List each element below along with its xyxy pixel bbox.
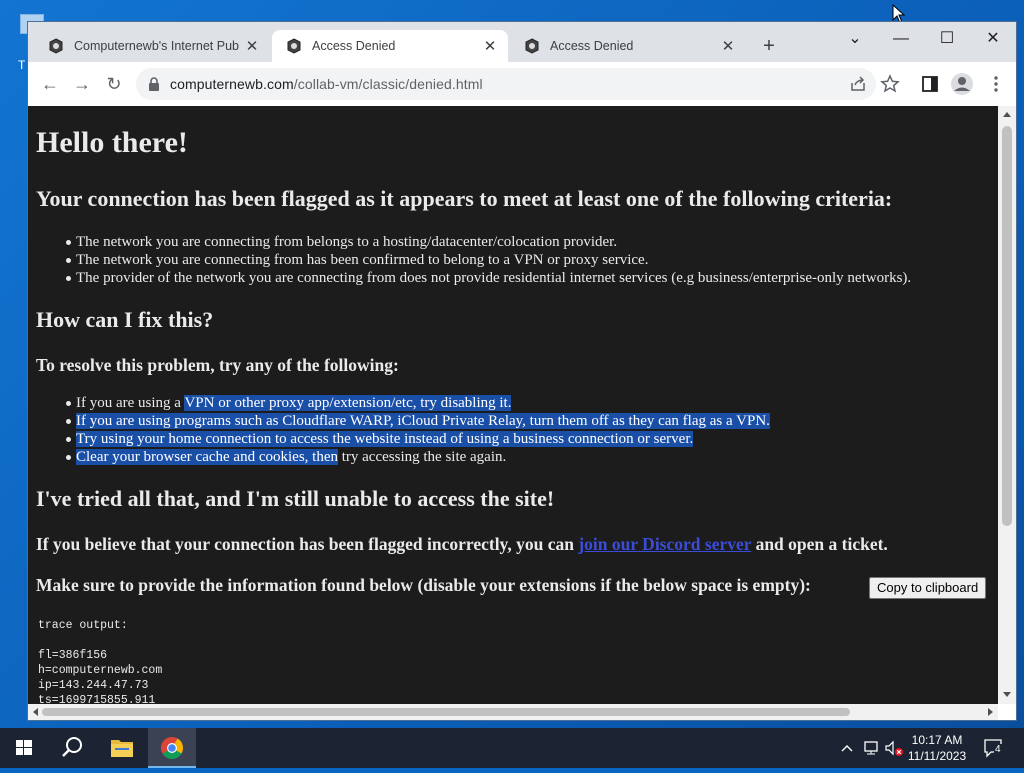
volume-muted-icon[interactable] bbox=[884, 740, 904, 756]
scroll-up-arrow-icon[interactable] bbox=[1003, 112, 1011, 117]
fix-heading: How can I fix this? bbox=[36, 307, 214, 332]
back-arrow-icon[interactable]: ← bbox=[40, 74, 60, 94]
reload-icon[interactable]: ↻ bbox=[104, 74, 124, 94]
fix-list: If you are using a VPN or other proxy ap… bbox=[66, 394, 770, 466]
vertical-scrollbar[interactable] bbox=[998, 106, 1016, 704]
tab-close-icon[interactable]: ✕ bbox=[480, 37, 500, 55]
chrome-icon bbox=[161, 737, 183, 759]
list-item: The network you are connecting from belo… bbox=[65, 233, 911, 251]
site-favicon-icon bbox=[49, 38, 63, 54]
list-item: Try using your home connection to access… bbox=[66, 430, 770, 448]
search-button[interactable] bbox=[48, 728, 96, 768]
show-hidden-icons-chevron-up-icon[interactable] bbox=[840, 740, 854, 756]
file-explorer-button[interactable] bbox=[98, 728, 146, 768]
selected-text: Try using your home connection to access… bbox=[76, 431, 694, 447]
trace-output: trace output: fl=386f156 h=computernewb.c… bbox=[38, 618, 162, 704]
tab-title: Access Denied bbox=[312, 39, 396, 53]
incorrect-flag-text: If you believe that your connection has … bbox=[36, 534, 888, 554]
new-tab-button[interactable]: + bbox=[758, 36, 780, 58]
trace-line: ts=1699715855.911 bbox=[38, 694, 156, 704]
browser-window: Computernewb's Internet Pub H ✕ Access D… bbox=[28, 22, 1016, 720]
tried-heading: I've tried all that, and I'm still unabl… bbox=[36, 486, 555, 511]
chrome-taskbar-button[interactable] bbox=[148, 728, 196, 768]
list-item: If you are using programs such as Cloudf… bbox=[66, 412, 770, 430]
list-item: If you are using a VPN or other proxy ap… bbox=[66, 394, 770, 412]
page-content: Hello there! Your connection has been fl… bbox=[28, 106, 998, 704]
system-clock[interactable]: 10:17 AM 11/11/2023 bbox=[902, 732, 972, 764]
provide-info-text: Make sure to provide the information fou… bbox=[36, 575, 811, 595]
folder-icon bbox=[111, 740, 133, 757]
tab-internet-pub[interactable]: Computernewb's Internet Pub H ✕ bbox=[34, 30, 270, 62]
horizontal-scroll-thumb[interactable] bbox=[42, 708, 850, 716]
close-window-button[interactable]: ✕ bbox=[970, 26, 1016, 54]
scroll-down-arrow-icon[interactable] bbox=[1003, 692, 1011, 697]
side-panel-icon[interactable] bbox=[920, 74, 940, 94]
vertical-scroll-thumb[interactable] bbox=[1002, 126, 1012, 526]
maximize-button[interactable]: ☐ bbox=[924, 26, 970, 54]
site-favicon-icon bbox=[525, 38, 539, 54]
horizontal-scrollbar[interactable] bbox=[28, 704, 998, 720]
search-icon bbox=[62, 737, 82, 757]
lock-icon[interactable] bbox=[148, 77, 160, 91]
trace-line: ip=143.244.47.73 bbox=[38, 679, 149, 692]
site-favicon-icon bbox=[287, 38, 301, 54]
resolve-intro: To resolve this problem, try any of the … bbox=[36, 355, 399, 375]
criteria-list: The network you are connecting from belo… bbox=[65, 233, 912, 287]
discord-server-link[interactable]: join our Discord server bbox=[578, 534, 751, 554]
clock-date: 11/11/2023 bbox=[907, 749, 967, 763]
clock-time: 10:17 AM bbox=[911, 733, 963, 747]
forward-arrow-icon[interactable]: → bbox=[72, 74, 92, 94]
selected-text: Clear your browser cache and cookies, th… bbox=[76, 449, 338, 465]
address-bar[interactable]: computernewb.com/collab-vm/classic/denie… bbox=[136, 68, 876, 100]
trace-line: h=computernewb.com bbox=[38, 664, 163, 677]
scroll-left-arrow-icon[interactable] bbox=[33, 708, 38, 716]
profile-avatar-icon[interactable] bbox=[950, 72, 974, 96]
tab-title: Computernewb's Internet Pub H bbox=[74, 39, 242, 53]
taskbar: 10:17 AM 11/11/2023 4 bbox=[0, 728, 1024, 768]
tab-title: Access Denied bbox=[550, 39, 634, 53]
tab-close-icon[interactable]: ✕ bbox=[718, 37, 738, 55]
list-item: The network you are connecting from has … bbox=[65, 251, 911, 269]
copy-to-clipboard-button[interactable]: Copy to clipboard bbox=[869, 577, 987, 599]
tab-access-denied[interactable]: Access Denied ✕ bbox=[510, 30, 746, 62]
trace-line: fl=386f156 bbox=[38, 649, 108, 662]
list-item: The provider of the network you are conn… bbox=[65, 270, 912, 286]
windows-logo-icon bbox=[16, 740, 32, 755]
selected-text: If you are using programs such as Cloudf… bbox=[76, 413, 770, 429]
tab-search-chevron-down-icon[interactable]: ⌄ bbox=[832, 26, 878, 54]
url-text[interactable]: computernewb.com/collab-vm/classic/denie… bbox=[170, 76, 483, 92]
tab-close-icon[interactable]: ✕ bbox=[242, 37, 262, 55]
minimize-button[interactable]: — bbox=[878, 26, 924, 54]
notification-count-badge: 4 bbox=[994, 744, 1002, 755]
selected-text: VPN or other proxy app/extension/etc, tr… bbox=[184, 395, 512, 411]
desktop-shortcut-label[interactable]: T bbox=[18, 58, 25, 72]
tab-access-denied-active[interactable]: Access Denied ✕ bbox=[272, 30, 508, 62]
tab-strip: Computernewb's Internet Pub H ✕ Access D… bbox=[28, 22, 1016, 62]
browser-toolbar: ← → ↻ computernewb.com/collab-vm/classic… bbox=[28, 62, 1016, 107]
bookmark-star-icon[interactable] bbox=[880, 74, 900, 94]
notification-center-button[interactable]: 4 bbox=[982, 738, 1006, 758]
scroll-right-arrow-icon[interactable] bbox=[988, 708, 993, 716]
page-heading: Hello there! bbox=[36, 126, 188, 159]
flagged-heading: Your connection has been flagged as it a… bbox=[36, 186, 893, 211]
share-icon[interactable] bbox=[848, 74, 868, 94]
network-icon[interactable] bbox=[862, 740, 880, 756]
list-item: Clear your browser cache and cookies, th… bbox=[66, 448, 770, 466]
menu-kebab-icon[interactable] bbox=[986, 74, 1006, 94]
start-button[interactable] bbox=[0, 728, 48, 768]
